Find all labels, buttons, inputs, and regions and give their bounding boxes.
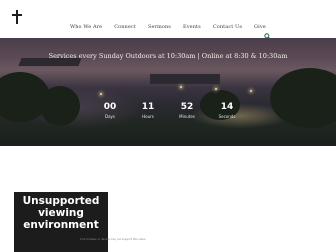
service-times-tagline: Services every Sunday Outdoors at 10:30a… [48,52,288,60]
countdown-seconds-label: Seconds [218,114,236,119]
street-light [215,88,217,90]
nav-sermons[interactable]: Sermons [148,24,171,30]
hero-banner: Services every Sunday Outdoors at 10:30a… [0,38,336,146]
countdown-days: 00 Days [90,102,130,121]
main-nav: Who We Are Connect Sermons Events Contac… [70,24,278,30]
countdown-minutes: 52 Minutes [167,102,207,121]
unsupported-video-notice: Unsupported viewing environment Your bro… [14,192,146,252]
nav-who-we-are[interactable]: Who We Are [70,24,102,30]
countdown-days-label: Days [105,114,115,119]
countdown-minutes-label: Minutes [179,114,195,119]
church-cross-icon [12,10,22,24]
search-button[interactable] [264,25,271,40]
countdown-seconds-value: 14 [220,102,234,112]
street-light [100,93,102,95]
street-light [250,90,252,92]
church-logo[interactable] [6,6,28,28]
nav-events[interactable]: Events [183,24,201,30]
countdown-hours-label: Hours [142,114,154,119]
countdown-seconds: 14 Seconds [207,102,247,121]
nav-connect[interactable]: Connect [114,24,136,30]
countdown-minutes-value: 52 [180,102,194,112]
notice-fine-print: Your browser or device may not support t… [80,238,147,241]
countdown-timer: 00 Days 11 Hours 52 Minutes 14 Seconds [0,102,336,132]
countdown-hours: 11 Hours [128,102,168,121]
nav-contact-us[interactable]: Contact Us [213,24,242,30]
countdown-days-value: 00 [103,102,117,112]
countdown-hours-value: 11 [141,102,155,112]
top-bar: Who We Are Connect Sermons Events Contac… [0,0,336,40]
building [150,74,220,84]
notice-message: Unsupported viewing environment [22,195,100,231]
street-light [180,86,182,88]
